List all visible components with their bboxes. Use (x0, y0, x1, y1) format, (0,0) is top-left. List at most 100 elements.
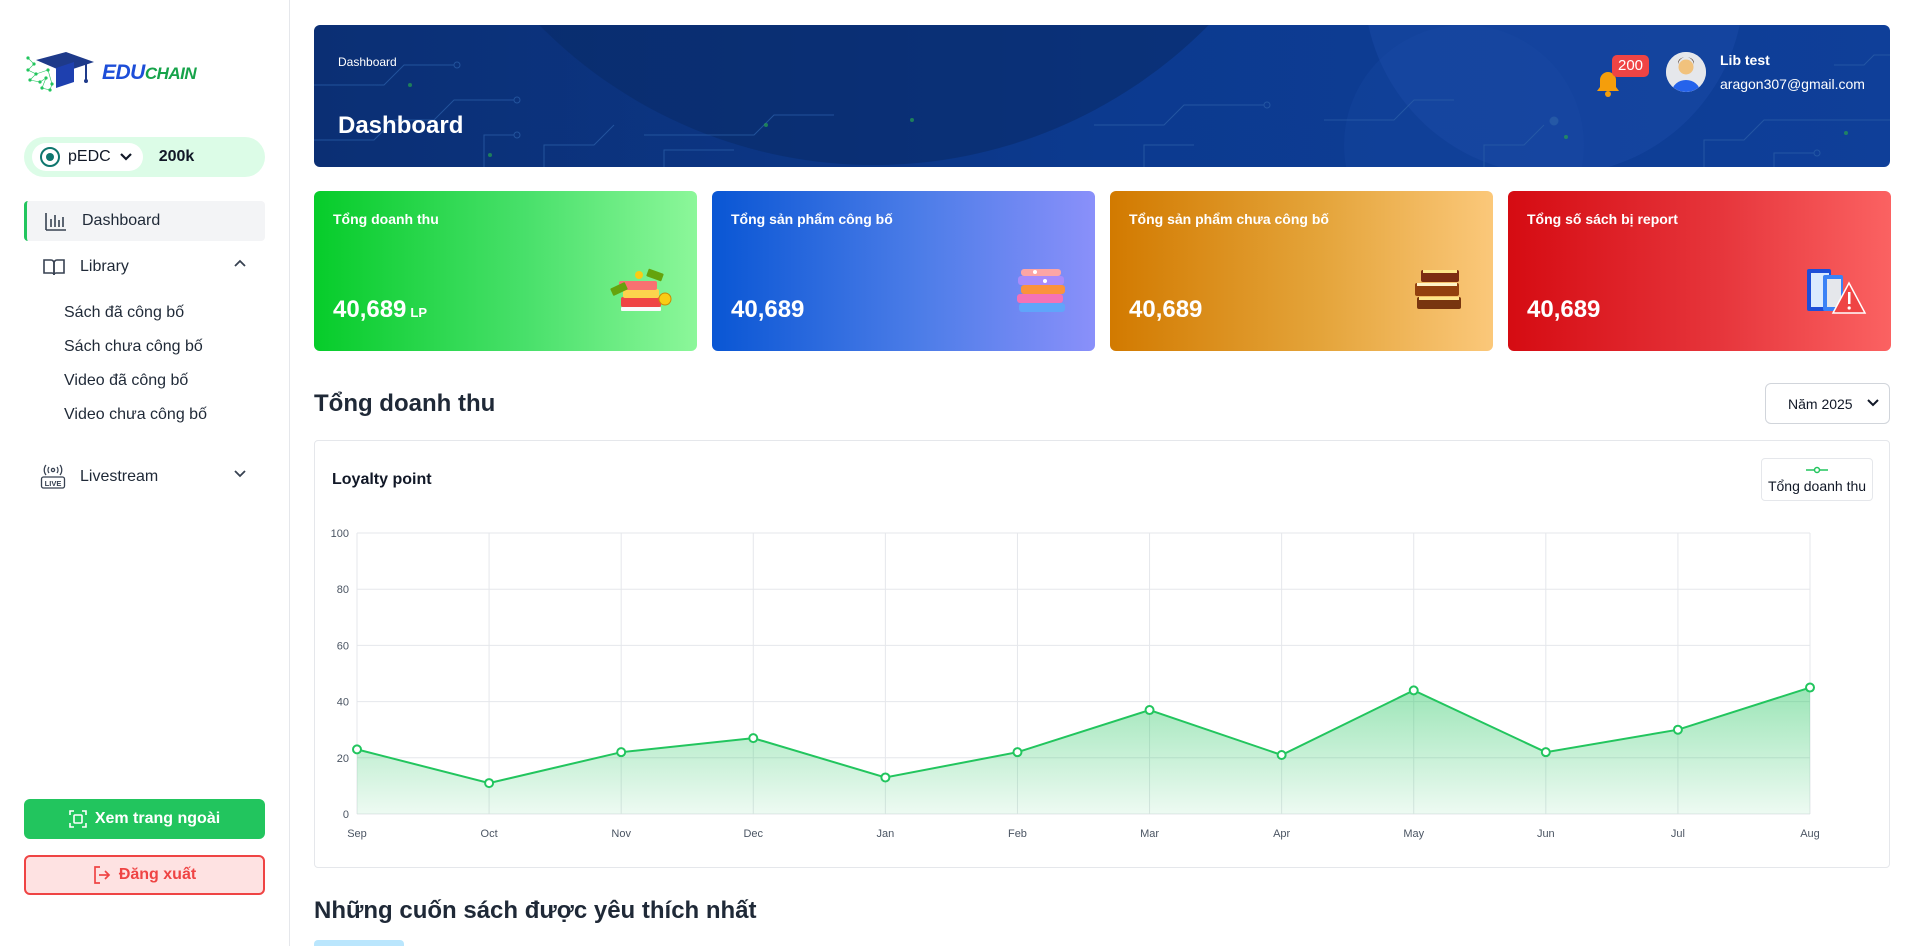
stat-card-number: 40,689 (1129, 296, 1203, 323)
stat-card-unit: LP (410, 305, 428, 320)
sidebar-item-library[interactable]: Library (24, 247, 265, 287)
data-point (1408, 685, 1419, 696)
stat-card-number: 40,689 (731, 296, 805, 323)
data-point (1672, 724, 1683, 735)
view-external-site-label: Xem trang ngoài (94, 810, 221, 827)
money-books-icon (610, 268, 672, 311)
graduation-cap-logo-icon (26, 52, 94, 92)
educhain-logo[interactable]: EDUCHAIN (22, 48, 207, 98)
y-tick-label: 100 (331, 528, 349, 540)
x-tick-label: Nov (611, 828, 631, 840)
sidebar: EDUCHAIN pEDC 200k Dashboard Library Sác… (0, 0, 290, 946)
book-warning-icon (1807, 269, 1867, 314)
svg-text:LIVE: LIVE (45, 479, 62, 488)
sidebar-subitem-unpublished-books[interactable]: Sách chưa công bố (64, 338, 203, 356)
notification-count-badge: 200 (1612, 55, 1650, 77)
book-stack-icon (1017, 269, 1065, 312)
data-point (1540, 747, 1551, 758)
chevron-up-icon (234, 259, 246, 267)
user-name: Lib test (1720, 52, 1770, 68)
x-tick-label: Aug (1800, 828, 1820, 840)
sidebar-item-dashboard[interactable]: Dashboard (24, 201, 265, 241)
stat-card-value: 40,689 (1527, 296, 1604, 324)
sidebar-item-livestream[interactable]: LIVE Livestream (24, 457, 265, 497)
y-tick-label: 40 (337, 697, 349, 709)
x-tick-label: Feb (1008, 828, 1027, 840)
open-book-icon (42, 255, 66, 279)
chevron-down-icon (1867, 399, 1879, 407)
y-tick-label: 80 (337, 584, 349, 596)
x-tick-label: Jan (876, 828, 894, 840)
closed-books-icon (1415, 270, 1461, 309)
stat-card-number: 40,689 (333, 296, 407, 323)
data-point (352, 744, 362, 755)
stat-card-title: Tổng doanh thu (333, 211, 439, 227)
y-tick-label: 60 (337, 640, 349, 652)
logout-icon (93, 866, 111, 884)
stat-card-title: Tổng sản phẩm công bố (731, 211, 893, 227)
data-point (1276, 749, 1287, 760)
token-coin-icon (40, 147, 60, 167)
stat-card-total-revenue: Tổng doanh thu 40,689 LP (314, 191, 697, 351)
x-tick-label: Jul (1671, 828, 1685, 840)
header-banner: Dashboard Dashboard 200 Lib test aragon3… (314, 25, 1890, 167)
x-tick-label: Dec (743, 828, 763, 840)
x-tick-label: Oct (481, 828, 498, 840)
stat-card-reported-books: Tổng số sách bị report 40,689 (1508, 191, 1891, 351)
stat-card-title: Tổng sản phẩm chưa công bố (1129, 211, 1329, 227)
data-point (1805, 682, 1815, 693)
brand-name-chain: CHAIN (144, 64, 197, 83)
user-avatar-icon (1666, 52, 1706, 92)
revenue-line-chart: 0 20 40 60 80 100 Sep Oct Nov Dec Jan Feb Mar Apr May… (331, 528, 1820, 840)
x-tick-label: Sep (347, 828, 367, 840)
sidebar-subitem-published-books[interactable]: Sách đã công bố (64, 304, 184, 322)
sidebar-subitem-published-videos[interactable]: Video đã công bố (64, 372, 188, 390)
stat-card-title: Tổng số sách bị report (1527, 211, 1678, 227)
series-area (357, 687, 1810, 814)
favorite-book-card[interactable] (314, 940, 404, 946)
wallet-balance: pEDC 200k (24, 137, 265, 177)
token-balance: 200k (158, 148, 195, 165)
favorite-books-section-title: Những cuốn sách được yêu thích nhất (314, 897, 757, 924)
data-point (1012, 747, 1023, 758)
sidebar-item-label: Dashboard (82, 212, 161, 229)
view-external-site-button[interactable]: Xem trang ngoài (24, 799, 265, 839)
x-tick-label: Mar (1140, 828, 1159, 840)
sidebar-item-label: Livestream (80, 468, 159, 485)
token-name: pEDC (68, 148, 111, 165)
stat-card-value: 40,689 (731, 296, 808, 324)
page-title: Dashboard (338, 112, 464, 139)
stat-card-value: 40,689 LP (333, 296, 427, 324)
brand-name-edu: EDU (102, 61, 145, 84)
data-point (484, 778, 495, 789)
logout-label: Đăng xuất (118, 866, 197, 883)
user-email: aragon307@gmail.com (1720, 76, 1865, 92)
logout-button[interactable]: Đăng xuất (24, 855, 265, 895)
token-selector[interactable]: pEDC (32, 143, 143, 171)
year-select[interactable]: Năm 2025 (1765, 383, 1890, 424)
data-point (1144, 705, 1155, 716)
data-point (748, 733, 759, 744)
stat-card-unpublished-products: Tổng sản phẩm chưa công bố 40,689 (1110, 191, 1493, 351)
breadcrumb[interactable]: Dashboard (338, 55, 397, 69)
revenue-section-title: Tổng doanh thu (314, 390, 496, 417)
scan-frame-icon (69, 810, 87, 828)
stat-card-published-products: Tổng sản phẩm công bố 40,689 (712, 191, 1095, 351)
stat-card-number: 40,689 (1527, 296, 1601, 323)
x-tick-label: May (1403, 828, 1424, 840)
avatar[interactable] (1666, 52, 1706, 92)
sidebar-item-label: Library (80, 258, 129, 275)
year-select-value: Năm 2025 (1788, 395, 1853, 412)
stat-card-value: 40,689 (1129, 296, 1206, 324)
chevron-down-icon (234, 470, 246, 478)
sidebar-subitem-unpublished-videos[interactable]: Video chưa công bố (64, 406, 207, 424)
y-tick-label: 0 (343, 809, 349, 821)
chevron-down-icon (119, 153, 132, 161)
x-tick-label: Jun (1537, 828, 1555, 840)
x-tick-label: Apr (1273, 828, 1290, 840)
bar-chart-icon (44, 209, 68, 233)
revenue-chart-card: Loyalty point Tổng doanh thu 0 20 40 60 80 10… (314, 440, 1890, 868)
data-point (880, 772, 891, 783)
circuit-background-decoration (314, 25, 1890, 167)
data-point (616, 747, 627, 758)
